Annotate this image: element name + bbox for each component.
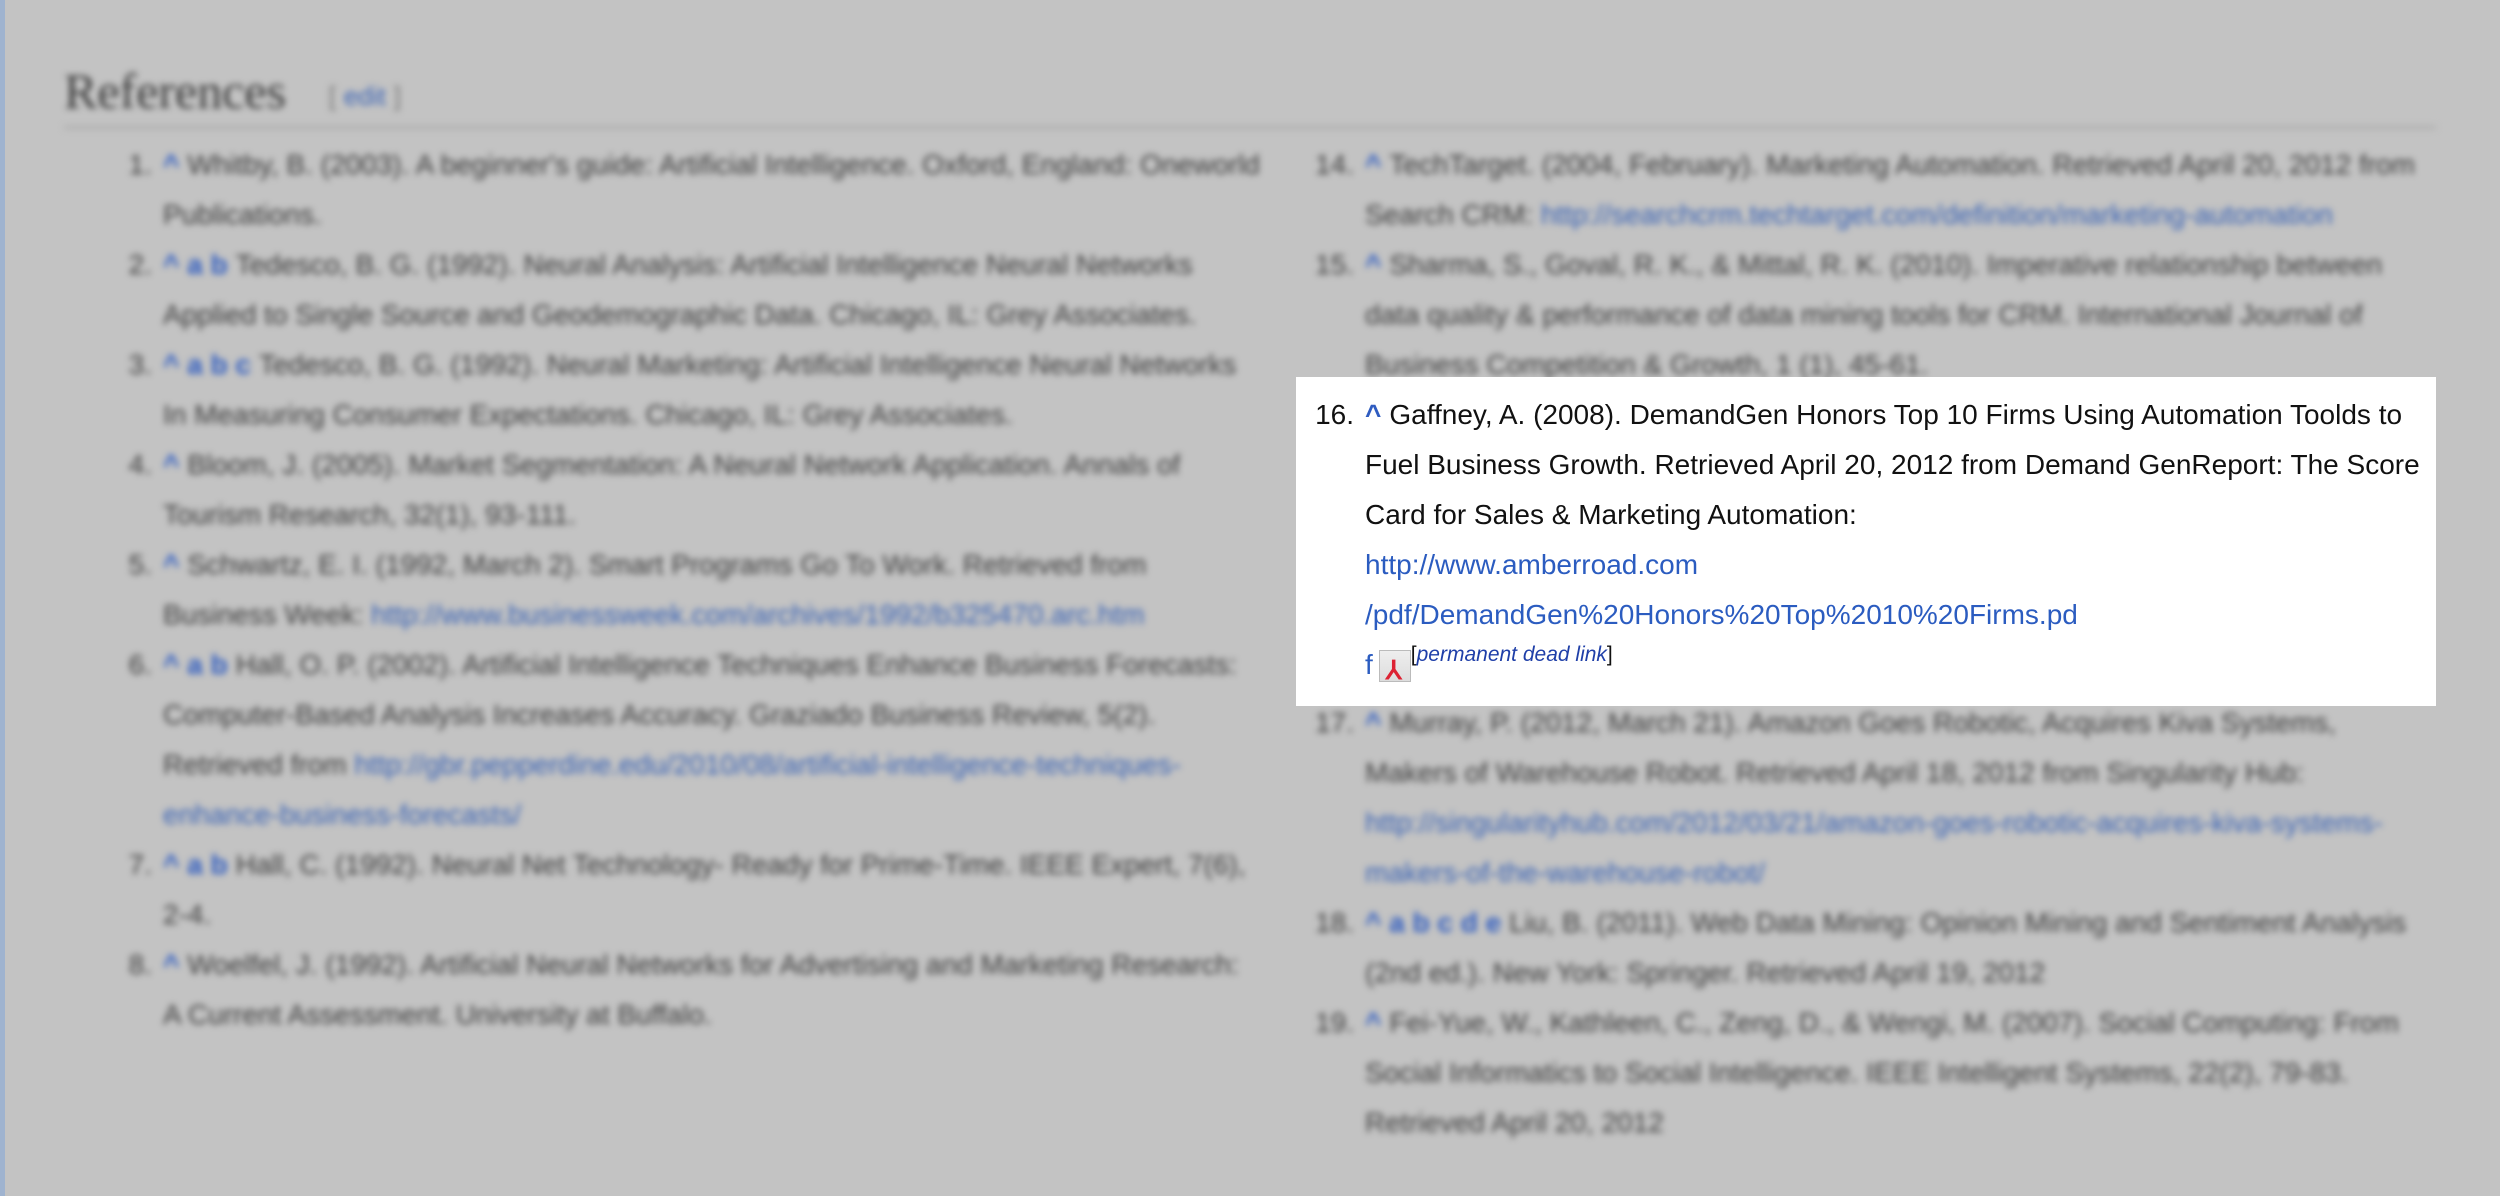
section-title: References — [64, 63, 287, 119]
reference-number: 5. — [128, 549, 152, 580]
reference-item: 1. ^ Whitby, B. (2003). A beginner's guide… — [110, 140, 1260, 240]
reference-number: 8. — [128, 949, 152, 980]
reference-item: 2. ^ a b Tedesco, B. G. (1992). Neural Ana… — [110, 240, 1260, 340]
backlink-caret[interactable]: ^ — [1365, 399, 1381, 430]
references-right-column: 14. ^ TechTarget. (2004, February). Market… — [1296, 140, 2436, 1148]
reference-number: 2. — [128, 249, 152, 280]
dead-link-note: [permanent dead link] — [1410, 643, 1613, 666]
backlink-caret[interactable]: ^ — [1365, 1007, 1381, 1038]
reference-number: 19. — [1315, 1007, 1354, 1038]
reference-number: 18. — [1315, 907, 1354, 938]
reference-text: Fei-Yue, W., Kathleen, C., Zeng, D., & W… — [1365, 1007, 2399, 1138]
reference-number: 1. — [128, 149, 152, 180]
backlink-caret[interactable]: ^ a b c d e — [1365, 907, 1501, 938]
reference-item: 4. ^ Bloom, J. (2005). Market Segmentation… — [110, 440, 1260, 540]
reference-item: 5. ^ Schwartz, E. I. (1992, March 2). Smar… — [110, 540, 1260, 640]
reference-link[interactable]: http://www.businessweek.com/archives/199… — [371, 599, 1145, 630]
backlink-caret[interactable]: ^ a b c — [163, 349, 251, 380]
reference-text: Murray, P. (2012, March 21). Amazon Goes… — [1365, 707, 2337, 788]
reference-item: 19. ^ Fei-Yue, W., Kathleen, C., Zeng, D.,… — [1312, 998, 2422, 1148]
backlink-caret[interactable]: ^ — [1365, 707, 1381, 738]
reference-text: Bloom, J. (2005). Market Segmentation: A… — [163, 449, 1181, 530]
pdf-icon — [1378, 645, 1411, 695]
reference-text: Liu, B. (2011). Web Data Mining: Opinion… — [1365, 907, 2407, 988]
reference-item: 8. ^ Woelfel, J. (1992). Artificial Neural… — [110, 940, 1260, 1040]
reference-text: Gaffney, A. (2008). DemandGen Honors Top… — [1365, 399, 2420, 530]
reference-text: Woelfel, J. (1992). Artificial Neural Ne… — [163, 949, 1239, 1030]
reference-item: 3. ^ a b c Tedesco, B. G. (1992). Neural M… — [110, 340, 1260, 440]
backlink-caret[interactable]: ^ — [163, 149, 179, 180]
references-left-column: 1. ^ Whitby, B. (2003). A beginner's guide… — [110, 140, 1260, 1040]
reference-item: 15. ^ Sharma, S., Goval, R. K., & Mittal, … — [1312, 240, 2422, 390]
backlink-caret[interactable]: ^ a b — [163, 249, 228, 280]
reference-number: 15. — [1315, 249, 1354, 280]
reference-item: 7. ^ a b Hall, C. (1992). Neural Net Techn… — [110, 840, 1260, 940]
backlink-caret[interactable]: ^ a b — [163, 849, 228, 880]
reference-text: Sharma, S., Goval, R. K., & Mittal, R. K… — [1365, 249, 2383, 380]
backlink-caret[interactable]: ^ — [163, 949, 179, 980]
backlink-caret[interactable]: ^ — [1365, 149, 1381, 180]
reference-item: 14. ^ TechTarget. (2004, February). Market… — [1312, 140, 2422, 240]
reference-number: 14. — [1315, 149, 1354, 180]
reference-number: 16. — [1315, 399, 1354, 430]
reference-text: Hall, C. (1992). Neural Net Technology- … — [163, 849, 1246, 930]
reference-text: Whitby, B. (2003). A beginner's guide: A… — [163, 149, 1260, 230]
reference-link[interactable]: http://searchcrm.techtarget.com/definiti… — [1541, 199, 2333, 230]
reference-text: Tedesco, B. G. (1992). Neural Analysis: … — [163, 249, 1197, 330]
reference-number: 4. — [128, 449, 152, 480]
section-heading: References [edit] — [64, 62, 401, 120]
reference-number: 3. — [128, 349, 152, 380]
reference-item: 17. ^ Murray, P. (2012, March 21). Amazon … — [1312, 698, 2422, 898]
reference-number: 7. — [128, 849, 152, 880]
backlink-caret[interactable]: ^ a b — [163, 649, 228, 680]
backlink-caret[interactable]: ^ — [1365, 249, 1381, 280]
reference-link[interactable]: http://singularityhub.com/2012/03/21/ama… — [1365, 807, 2383, 888]
permanent-dead-link[interactable]: permanent dead link — [1417, 643, 1607, 666]
reference-item: 18. ^ a b c d e Liu, B. (2011). Web Data M… — [1312, 898, 2422, 998]
page-edge — [0, 0, 5, 1196]
backlink-caret[interactable]: ^ — [163, 549, 179, 580]
heading-divider — [64, 126, 2436, 129]
reference-number: 6. — [128, 649, 152, 680]
backlink-caret[interactable]: ^ — [163, 449, 179, 480]
edit-link[interactable]: edit — [344, 81, 386, 111]
reference-text: Tedesco, B. G. (1992). Neural Marketing:… — [163, 349, 1237, 430]
highlighted-reference-16: 16. ^ Gaffney, A. (2008). DemandGen Honor… — [1296, 377, 2436, 706]
reference-item: 6. ^ a b Hall, O. P. (2002). Artificial In… — [110, 640, 1260, 840]
edit-section: [edit] — [328, 81, 401, 112]
